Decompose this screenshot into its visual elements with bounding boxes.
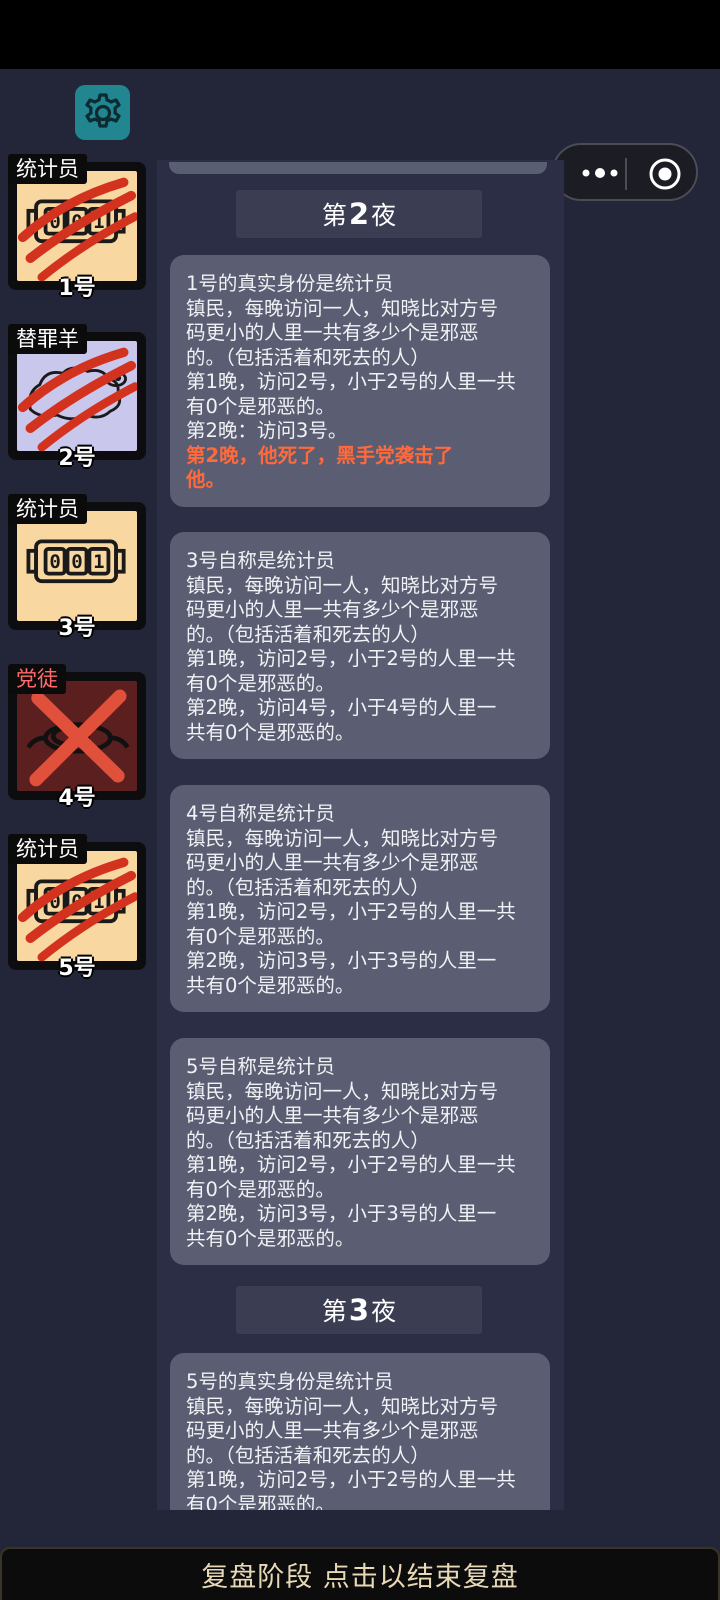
player-role-tag: 替罪羊 bbox=[8, 324, 87, 354]
message-line: 共有0个是邪恶的。 bbox=[186, 1226, 355, 1250]
night-2-header: 第2夜 bbox=[236, 190, 482, 238]
message-line: 第2晚，访问3号，小于3号的人里一 bbox=[186, 949, 497, 972]
message-line: 的。（包括活着和死去的人） bbox=[186, 1128, 430, 1152]
night-prefix: 第 bbox=[321, 1297, 347, 1326]
message-line: 第1晚，访问2号，小于2号的人里一共 bbox=[186, 900, 516, 923]
log-message-1: 1号的真实身份是统计员 镇民，每晚访问一人，知晓比对方号 码更小的人里一共有多少… bbox=[170, 255, 550, 507]
player-number: 1号 bbox=[58, 276, 96, 301]
message-line: 第2晚，访问4号，小于4号的人里一 bbox=[186, 696, 497, 719]
message-line: 码更小的人里一共有多少个是邪恶 bbox=[186, 321, 479, 344]
message-line: 共有0个是邪恶的。 bbox=[186, 720, 355, 744]
message-line: 3号自称是统计员 bbox=[186, 549, 335, 572]
end-review-button[interactable]: 复盘阶段 点击以结束复盘 bbox=[0, 1547, 720, 1600]
capsule-divider bbox=[625, 158, 627, 190]
more-dots-icon[interactable] bbox=[578, 159, 622, 187]
message-line: 4号自称是统计员 bbox=[186, 802, 335, 825]
player-card-2[interactable]: 替罪羊 2号 bbox=[8, 324, 146, 471]
player-card-5[interactable]: 0 0 1 统计员 5号 bbox=[8, 834, 146, 981]
player-role-tag: 党徒 bbox=[8, 664, 66, 694]
message-line: 的。（包括活着和死去的人） bbox=[186, 1443, 430, 1467]
message-line: 码更小的人里一共有多少个是邪恶 bbox=[186, 598, 479, 621]
eliminated-cross-icon bbox=[29, 689, 127, 787]
message-line: 有0个是邪恶的。 bbox=[186, 924, 335, 948]
player-number: 3号 bbox=[58, 616, 96, 641]
message-line: 的。（包括活着和死去的人） bbox=[186, 875, 430, 899]
message-line: 第1晚，访问2号，小于2号的人里一共 bbox=[186, 1468, 516, 1491]
status-bar bbox=[0, 0, 720, 69]
player-card-art: 001 bbox=[17, 511, 137, 621]
log-message-2: 3号自称是统计员 镇民，每晚访问一人，知晓比对方号 码更小的人里一共有多少个是邪… bbox=[170, 532, 550, 759]
message-line: 共有0个是邪恶的。 bbox=[186, 973, 355, 997]
message-line: 第1晚，访问2号，小于2号的人里一共 bbox=[186, 370, 516, 393]
player-role-tag: 统计员 bbox=[8, 154, 87, 184]
message-line: 镇民，每晚访问一人，知晓比对方号 bbox=[186, 573, 499, 597]
miniprogram-capsule bbox=[552, 143, 698, 201]
death-notice: 第2晚，他死了，黑手党袭击了 bbox=[186, 443, 454, 467]
night-suffix: 夜 bbox=[371, 1297, 397, 1326]
message-line: 码更小的人里一共有多少个是邪恶 bbox=[186, 1419, 479, 1442]
player-card-art: 001 bbox=[17, 851, 137, 961]
message-line: 镇民，每晚访问一人，知晓比对方号 bbox=[186, 826, 499, 850]
review-screen: 0 0 1 统计员 1号 替罪羊 2号 0 0 1 统计员 3号 党徒 4号 0 0 1 统计员 5号 第2夜 1号… bbox=[0, 0, 720, 1600]
message-line: 第1晚，访问2号，小于2号的人里一共 bbox=[186, 1153, 516, 1176]
log-message-5: 5号的真实身份是统计员 镇民，每晚访问一人，知晓比对方号 码更小的人里一共有多少… bbox=[170, 1353, 550, 1510]
message-line: 5号的真实身份是统计员 bbox=[186, 1370, 394, 1393]
night-prefix: 第 bbox=[321, 201, 347, 230]
player-role-tag: 统计员 bbox=[8, 494, 87, 524]
player-card-3[interactable]: 0 0 1 统计员 3号 bbox=[8, 494, 146, 641]
scroll-top-edge bbox=[169, 162, 547, 174]
log-message-4: 5号自称是统计员 镇民，每晚访问一人，知晓比对方号 码更小的人里一共有多少个是邪… bbox=[170, 1038, 550, 1265]
message-line: 有0个是邪恶的。 bbox=[186, 671, 335, 695]
player-number: 4号 bbox=[58, 786, 96, 811]
player-card-art bbox=[17, 341, 137, 451]
player-card-4[interactable]: 党徒 4号 bbox=[8, 664, 146, 811]
player-card-art bbox=[17, 681, 137, 791]
settings-button[interactable] bbox=[75, 85, 130, 140]
message-line: 5号自称是统计员 bbox=[186, 1055, 335, 1078]
message-line: 的。（包括活着和死去的人） bbox=[186, 345, 430, 369]
player-role-tag: 统计员 bbox=[8, 834, 87, 864]
message-line: 第1晚，访问2号，小于2号的人里一共 bbox=[186, 647, 516, 670]
night-3-header: 第3夜 bbox=[236, 1286, 482, 1334]
player-card-1[interactable]: 0 0 1 统计员 1号 bbox=[8, 154, 146, 301]
message-line: 第2晚，访问3号，小于3号的人里一 bbox=[186, 1202, 497, 1225]
message-line: 1号的真实身份是统计员 bbox=[186, 272, 394, 295]
svg-text:1: 1 bbox=[93, 551, 104, 573]
message-line: 镇民，每晚访问一人，知晓比对方号 bbox=[186, 1079, 499, 1103]
svg-text:0: 0 bbox=[49, 551, 60, 573]
player-number: 2号 bbox=[58, 446, 96, 471]
message-line: 有0个是邪恶的。 bbox=[186, 1492, 335, 1511]
gear-icon bbox=[84, 92, 121, 128]
review-log[interactable]: 第2夜 1号的真实身份是统计员 镇民，每晚访问一人，知晓比对方号 码更小的人里一… bbox=[157, 160, 564, 1510]
message-line: 码更小的人里一共有多少个是邪恶 bbox=[186, 851, 479, 874]
player-number: 5号 bbox=[58, 956, 96, 981]
message-line: 镇民，每晚访问一人，知晓比对方号 bbox=[186, 1394, 499, 1418]
claw-slash-icon bbox=[17, 347, 137, 451]
message-line: 第2晚：访问3号。 bbox=[186, 419, 348, 442]
target-circle-icon[interactable] bbox=[648, 157, 682, 191]
message-line: 有0个是邪恶的。 bbox=[186, 1177, 335, 1201]
player-card-art: 001 bbox=[17, 171, 137, 281]
death-notice: 他。 bbox=[186, 468, 226, 491]
night-suffix: 夜 bbox=[371, 201, 397, 230]
log-message-3: 4号自称是统计员 镇民，每晚访问一人，知晓比对方号 码更小的人里一共有多少个是邪… bbox=[170, 785, 550, 1012]
svg-text:0: 0 bbox=[71, 551, 82, 573]
message-line: 镇民，每晚访问一人，知晓比对方号 bbox=[186, 296, 499, 320]
night-number: 3 bbox=[348, 1293, 370, 1327]
message-line: 有0个是邪恶的。 bbox=[186, 394, 335, 418]
end-review-label: 复盘阶段 点击以结束复盘 bbox=[201, 1562, 519, 1593]
message-line: 码更小的人里一共有多少个是邪恶 bbox=[186, 1104, 479, 1127]
message-line: 的。（包括活着和死去的人） bbox=[186, 622, 430, 646]
night-number: 2 bbox=[348, 197, 370, 231]
